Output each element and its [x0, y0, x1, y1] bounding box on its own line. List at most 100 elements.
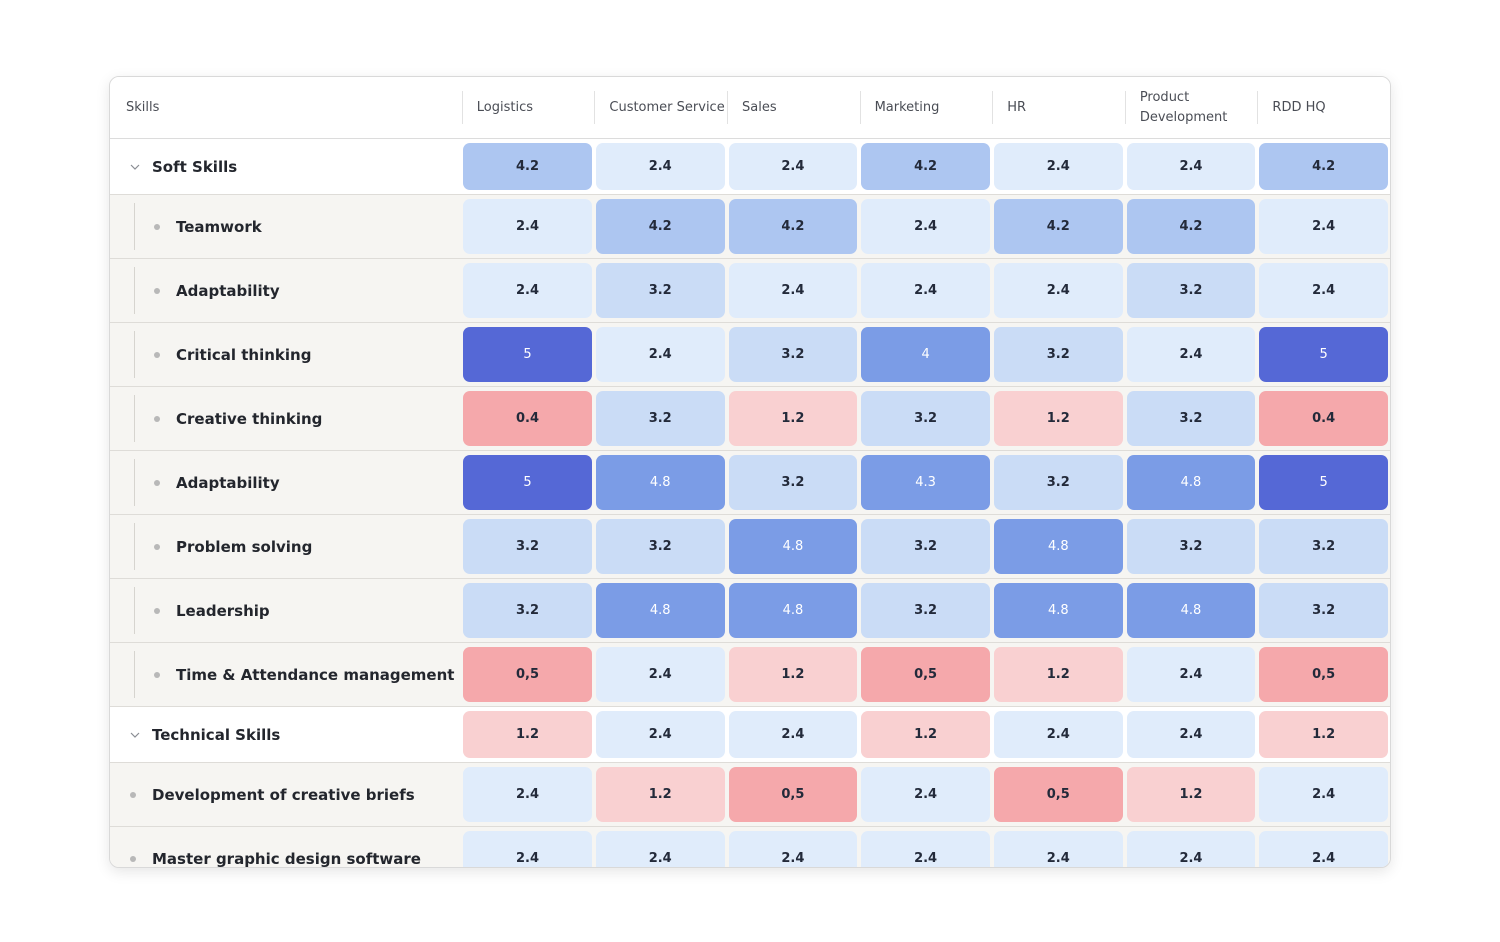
score-cell[interactable]: 2.4: [463, 831, 592, 867]
score-cells: 2.4 4.2 4.2 2.4 4.2 4.2 2.4: [459, 195, 1390, 258]
score-cell[interactable]: 4.2: [993, 199, 1123, 254]
score-cell[interactable]: 3.2: [1259, 583, 1388, 638]
score-cell[interactable]: 1.2: [993, 391, 1123, 446]
score-cell[interactable]: 0,5: [728, 767, 858, 822]
score-cell[interactable]: 2.4: [1126, 327, 1256, 382]
score-cell[interactable]: 4: [861, 327, 990, 382]
score-cell[interactable]: 1.2: [861, 711, 990, 758]
group-row[interactable]: Technical Skills 1.2 2.4 2.4 1.2 2.4 2.4 1.2: [110, 707, 1390, 763]
score-cell[interactable]: 4.8: [993, 519, 1123, 574]
score-cell[interactable]: 3.2: [595, 391, 725, 446]
score-cell[interactable]: 4.8: [595, 455, 725, 510]
column-header-sales[interactable]: Sales: [726, 77, 860, 138]
column-header-logistics[interactable]: Logistics: [461, 77, 595, 138]
score-cell[interactable]: 1.2: [728, 391, 858, 446]
score-cell[interactable]: 0,5: [463, 647, 592, 702]
score-cell[interactable]: 2.4: [463, 199, 592, 254]
score-cell[interactable]: 0,5: [993, 767, 1123, 822]
chevron-down-icon[interactable]: [128, 728, 142, 742]
score-cell[interactable]: 1.2: [595, 767, 725, 822]
score-cell[interactable]: 4.2: [861, 143, 990, 190]
score-cell[interactable]: 2.4: [595, 711, 725, 758]
score-cell[interactable]: 2.4: [1126, 647, 1256, 702]
score-cell[interactable]: 2.4: [1259, 767, 1388, 822]
column-header-product-development[interactable]: Product Development: [1124, 77, 1258, 138]
score-cell[interactable]: 2.4: [1259, 831, 1388, 867]
score-cell[interactable]: 0.4: [1259, 391, 1388, 446]
score-cell[interactable]: 3.2: [861, 519, 990, 574]
score-cell[interactable]: 2.4: [1259, 263, 1388, 318]
score-cell[interactable]: 3.2: [861, 391, 990, 446]
score-cell[interactable]: 2.4: [595, 143, 725, 190]
column-header-hr[interactable]: HR: [992, 77, 1125, 138]
score-cell[interactable]: 5: [1259, 327, 1388, 382]
score-cell[interactable]: 4.8: [595, 583, 725, 638]
score-cell[interactable]: 3.2: [595, 519, 725, 574]
score-cell[interactable]: 3.2: [463, 519, 592, 574]
score-cell[interactable]: 4.3: [861, 455, 990, 510]
score-cell[interactable]: 4.2: [1259, 143, 1388, 190]
score-cell[interactable]: 2.4: [993, 831, 1123, 867]
group-row[interactable]: Soft Skills 4.2 2.4 2.4 4.2 2.4 2.4 4.2: [110, 139, 1390, 195]
chevron-down-icon[interactable]: [128, 160, 142, 174]
score-cells: 0.4 3.2 1.2 3.2 1.2 3.2 0.4: [459, 387, 1390, 450]
score-cell[interactable]: 3.2: [595, 263, 725, 318]
score-cell[interactable]: 0,5: [1259, 647, 1388, 702]
score-cell[interactable]: 2.4: [463, 767, 592, 822]
score-cell[interactable]: 3.2: [1126, 391, 1256, 446]
score-cell[interactable]: 4.8: [728, 583, 858, 638]
score-cell[interactable]: 2.4: [861, 767, 990, 822]
score-cell[interactable]: 1.2: [1126, 767, 1256, 822]
score-cell[interactable]: 0,5: [861, 647, 990, 702]
score-cell[interactable]: 4.2: [595, 199, 725, 254]
score-cell[interactable]: 3.2: [463, 583, 592, 638]
score-cell[interactable]: 0.4: [463, 391, 592, 446]
score-cell[interactable]: 5: [1259, 455, 1388, 510]
score-cell[interactable]: 2.4: [1126, 711, 1256, 758]
score-cell[interactable]: 3.2: [728, 327, 858, 382]
score-cell[interactable]: 3.2: [993, 327, 1123, 382]
score-cell[interactable]: 2.4: [728, 711, 858, 758]
column-header-customer-service[interactable]: Customer Service: [594, 77, 727, 138]
table-row: Time & Attendance management 0,5 2.4 1.2 0,5…: [110, 643, 1390, 707]
score-cell[interactable]: 1.2: [1259, 711, 1388, 758]
score-cell[interactable]: 2.4: [728, 263, 858, 318]
score-cell[interactable]: 4.2: [728, 199, 858, 254]
score-cell[interactable]: 2.4: [1259, 199, 1388, 254]
score-cell[interactable]: 2.4: [1126, 143, 1256, 190]
score-cell[interactable]: 2.4: [861, 831, 990, 867]
score-cell[interactable]: 1.2: [728, 647, 858, 702]
score-cell[interactable]: 3.2: [861, 583, 990, 638]
score-cell[interactable]: 2.4: [728, 143, 858, 190]
row-label: Adaptability: [110, 451, 459, 514]
score-cell[interactable]: 3.2: [728, 455, 858, 510]
score-cell[interactable]: 2.4: [595, 647, 725, 702]
score-cell[interactable]: 2.4: [993, 143, 1123, 190]
score-cell[interactable]: 4.8: [1126, 583, 1256, 638]
column-header-marketing[interactable]: Marketing: [859, 77, 993, 138]
column-header-rdd-hq[interactable]: RDD HQ: [1257, 77, 1390, 138]
score-cell[interactable]: 4.2: [463, 143, 592, 190]
score-cell[interactable]: 4.2: [1126, 199, 1256, 254]
score-cell[interactable]: 2.4: [1126, 831, 1256, 867]
score-cell[interactable]: 2.4: [463, 263, 592, 318]
score-cell[interactable]: 4.8: [1126, 455, 1256, 510]
score-cell[interactable]: 5: [463, 455, 592, 510]
score-cell[interactable]: 5: [463, 327, 592, 382]
score-cell[interactable]: 3.2: [1259, 519, 1388, 574]
score-cell[interactable]: 2.4: [993, 263, 1123, 318]
score-cell[interactable]: 2.4: [595, 831, 725, 867]
score-cell[interactable]: 2.4: [993, 711, 1123, 758]
score-cell[interactable]: 2.4: [861, 199, 990, 254]
score-cell[interactable]: 2.4: [861, 263, 990, 318]
score-cell[interactable]: 2.4: [595, 327, 725, 382]
score-cell[interactable]: 3.2: [1126, 263, 1256, 318]
score-cell[interactable]: 1.2: [993, 647, 1123, 702]
column-header-skills[interactable]: Skills: [110, 77, 462, 138]
score-cell[interactable]: 4.8: [728, 519, 858, 574]
score-cell[interactable]: 4.8: [993, 583, 1123, 638]
score-cell[interactable]: 3.2: [993, 455, 1123, 510]
score-cell[interactable]: 1.2: [463, 711, 592, 758]
score-cell[interactable]: 2.4: [728, 831, 858, 867]
score-cell[interactable]: 3.2: [1126, 519, 1256, 574]
